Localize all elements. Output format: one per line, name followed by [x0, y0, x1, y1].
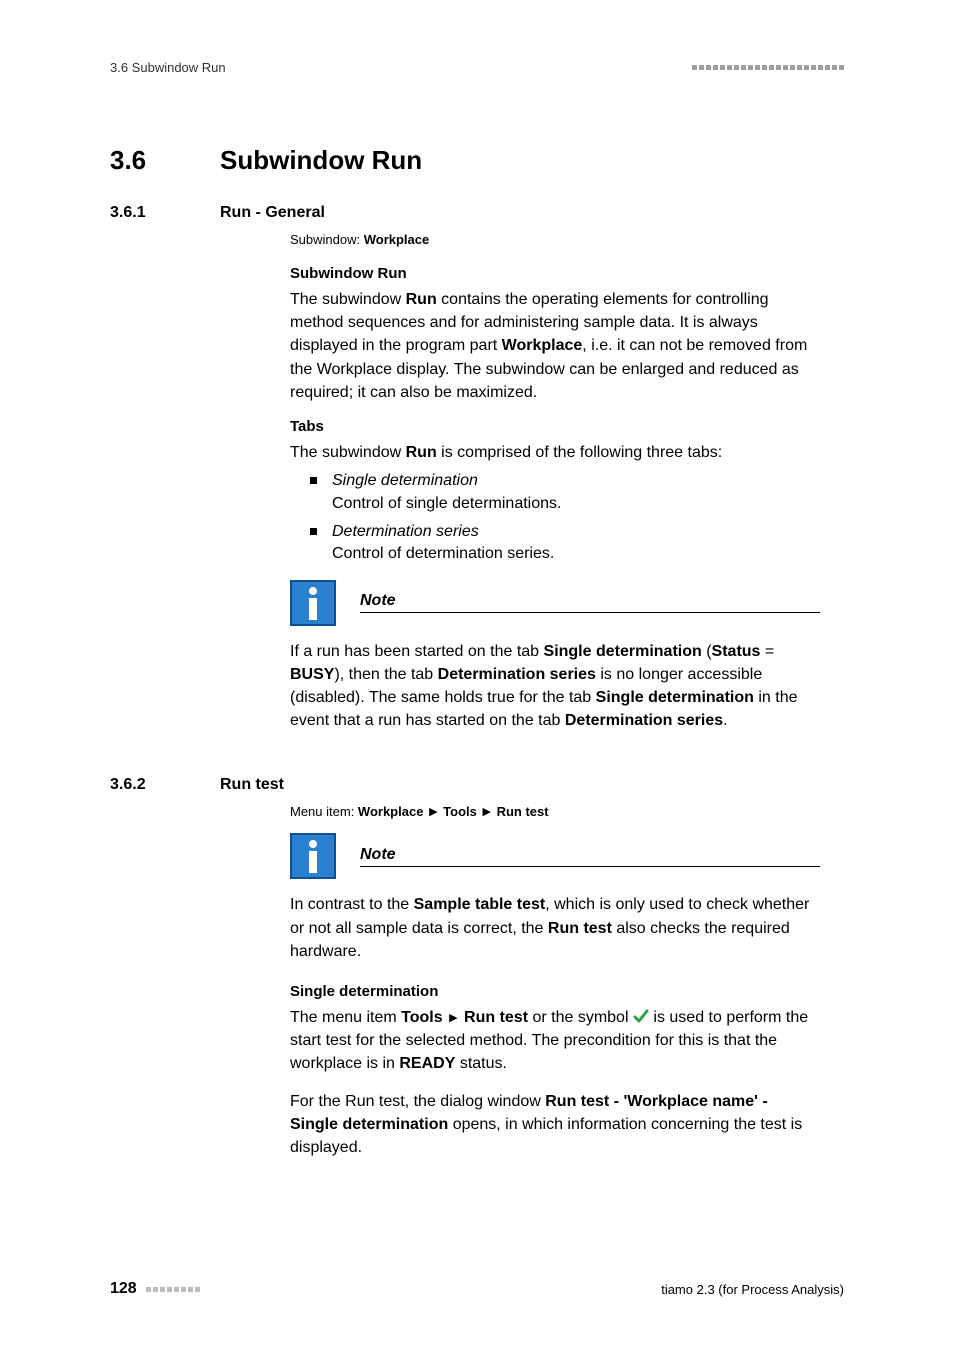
subsection-number: 3.6.1 — [110, 204, 220, 222]
page: 3.6 Subwindow Run 3.6 Subwindow Run 3.6.… — [0, 0, 954, 1350]
note-block: Note If a run has been started on the ta… — [290, 580, 820, 733]
subwindow-label: Subwindow: — [290, 232, 364, 247]
list-term: Determination series — [332, 523, 479, 540]
subsection-title: Run - General — [220, 204, 844, 222]
menu-item-label: Menu item: — [290, 804, 358, 819]
running-header-text: 3.6 Subwindow Run — [110, 60, 226, 75]
note-body: If a run has been started on the tab Sin… — [290, 640, 820, 733]
subsection-title: Run test — [220, 776, 844, 794]
section-title: Subwindow Run — [220, 145, 844, 176]
tabs-intro: The subwindow Run is comprised of the fo… — [290, 441, 820, 464]
section-heading-row: 3.6 Subwindow Run — [110, 145, 844, 204]
list-term: Single determination — [332, 472, 478, 489]
intro-paragraph: The subwindow Run contains the operating… — [290, 288, 820, 404]
footer-doc-title: tiamo 2.3 (for Process Analysis) — [661, 1282, 844, 1297]
single-det-p2: For the Run test, the dialog window Run … — [290, 1090, 820, 1160]
info-icon — [290, 833, 336, 879]
note-title: Note — [360, 846, 396, 863]
triangle-icon: ▶ — [480, 806, 492, 818]
subsection-heading-row: 3.6.1 Run - General — [110, 204, 844, 232]
subwindow-value: Workplace — [364, 232, 430, 247]
note-block: Note In contrast to the Sample table tes… — [290, 833, 820, 963]
note-title: Note — [360, 592, 396, 609]
note-head: Note — [290, 833, 820, 879]
note-head: Note — [290, 580, 820, 626]
footer-ticks — [146, 1287, 200, 1292]
running-header: 3.6 Subwindow Run — [110, 0, 844, 75]
list-item: Single determination Control of single d… — [310, 470, 820, 515]
list-desc: Control of single determinations. — [332, 495, 561, 512]
checkmark-icon — [633, 1008, 649, 1024]
subwindow-line: Subwindow: Workplace — [290, 232, 820, 247]
list-item: Determination series Control of determin… — [310, 521, 820, 566]
heading-tabs: Tabs — [290, 418, 820, 435]
tabs-list: Single determination Control of single d… — [290, 470, 820, 566]
subsection-heading-row: 3.6.2 Run test — [110, 776, 844, 804]
subsection-number: 3.6.2 — [110, 776, 220, 794]
info-icon — [290, 580, 336, 626]
menu-item-line: Menu item: Workplace ▶ Tools ▶ Run test — [290, 804, 820, 819]
body: 3.6 Subwindow Run 3.6.1 Run - General Su… — [110, 75, 844, 1159]
single-det-p1: The menu item Tools ▶ Run test or the sy… — [290, 1006, 820, 1076]
header-ticks — [692, 65, 844, 70]
list-desc: Control of determination series. — [332, 545, 554, 562]
footer: 128 tiamo 2.3 (for Process Analysis) — [110, 1280, 844, 1298]
heading-subwindow-run: Subwindow Run — [290, 265, 820, 282]
footer-left: 128 — [110, 1280, 200, 1298]
section-number: 3.6 — [110, 145, 220, 176]
content-column: Menu item: Workplace ▶ Tools ▶ Run test … — [290, 804, 820, 1159]
note-body: In contrast to the Sample table test, wh… — [290, 893, 820, 963]
content-column: Subwindow: Workplace Subwindow Run The s… — [290, 232, 820, 732]
page-number: 128 — [110, 1280, 137, 1297]
triangle-icon: ▶ — [427, 806, 439, 818]
heading-single-determination: Single determination — [290, 983, 820, 1000]
triangle-icon: ▶ — [447, 1012, 459, 1024]
